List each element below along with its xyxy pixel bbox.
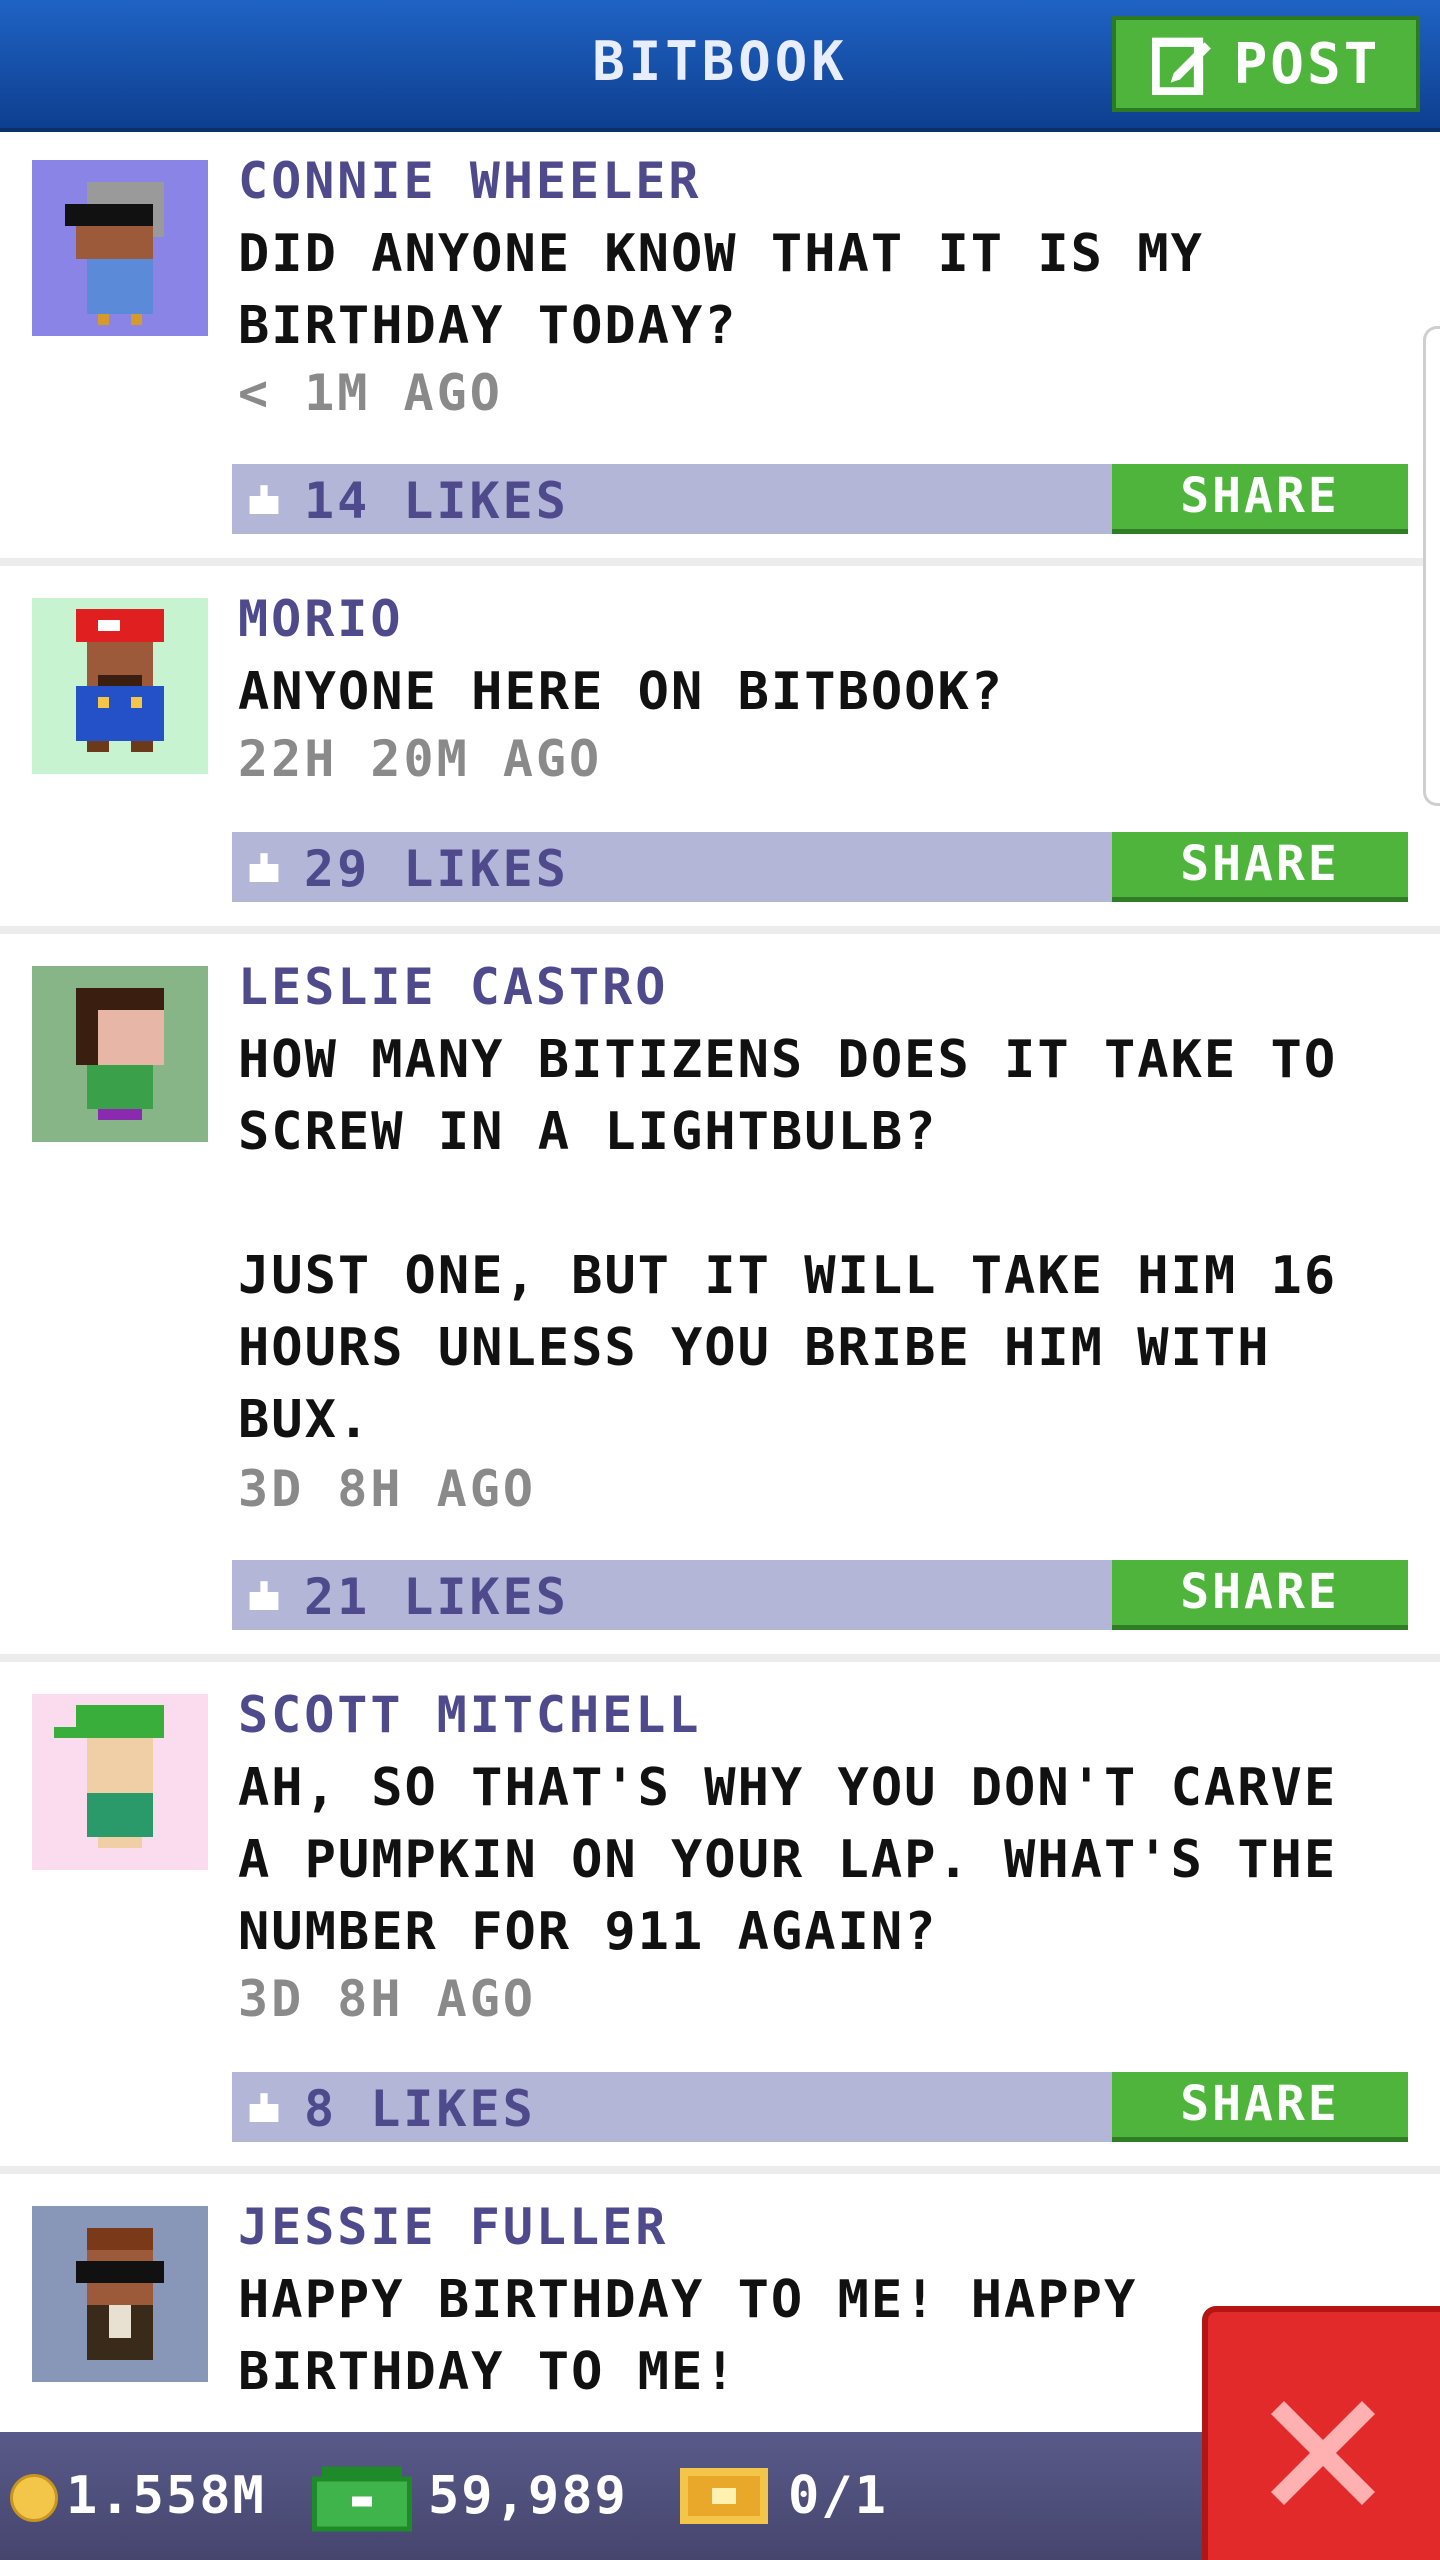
share-button[interactable]: SHARE [1112, 1560, 1408, 1630]
thumbs-up-icon [249, 485, 279, 514]
divider [0, 558, 1440, 566]
divider [0, 1654, 1440, 1662]
post-author[interactable]: MORIO [238, 590, 404, 648]
post-author[interactable]: SCOTT MITCHELL [238, 1686, 701, 1744]
post-message: HOW MANY BITIZENS DOES IT TAKE TO SCREW … [238, 1030, 1338, 1450]
feed-post: CONNIE WHEELER DID ANYONE KNOW THAT IT I… [0, 128, 1440, 558]
like-bar[interactable]: 14 LIKES SHARE [232, 464, 1408, 534]
avatar-image [32, 160, 208, 336]
bux-icon [312, 2466, 412, 2532]
feed-post: MORIO ANYONE HERE ON BITBOOK? 22H 20M AG… [0, 566, 1440, 926]
thumbs-up-icon [249, 853, 279, 882]
scroll-handle[interactable] [1423, 326, 1440, 806]
edit-icon [1151, 37, 1211, 95]
feed-post: SCOTT MITCHELL AH, SO THAT'S WHY YOU DON… [0, 1662, 1440, 2166]
avatar[interactable] [32, 598, 208, 774]
share-button[interactable]: SHARE [1112, 464, 1408, 534]
thumbs-up-icon [249, 2093, 279, 2122]
avatar[interactable] [32, 160, 208, 336]
ticket-count: 0/1 [788, 2466, 888, 2526]
post-time: 22H 20M AGO [238, 730, 603, 788]
coin-icon [10, 2474, 58, 2522]
share-button[interactable]: SHARE [1112, 2072, 1408, 2142]
avatar-image [32, 2206, 208, 2382]
like-count: 29 LIKES [304, 840, 569, 898]
avatar[interactable] [32, 2206, 208, 2382]
avatar[interactable] [32, 966, 208, 1142]
avatar-image [32, 598, 208, 774]
ticket-icon [680, 2468, 768, 2524]
post-message: DID ANYONE KNOW THAT IT IS MY BIRTHDAY T… [238, 224, 1204, 356]
avatar-image [32, 966, 208, 1142]
post-time: 3D 8H AGO [238, 1970, 536, 2028]
post-author[interactable]: CONNIE WHEELER [238, 152, 701, 210]
post-message: ANYONE HERE ON BITBOOK? [238, 662, 1005, 722]
post-button[interactable]: POST [1112, 16, 1420, 112]
feed-post: LESLIE CASTRO HOW MANY BITIZENS DOES IT … [0, 934, 1440, 1654]
post-time: < 1M AGO [238, 364, 503, 422]
bux-count: 59,989 [428, 2466, 628, 2526]
post-button-label: POST [1233, 31, 1381, 97]
like-bar[interactable]: 29 LIKES SHARE [232, 832, 1408, 902]
post-author[interactable]: LESLIE CASTRO [238, 958, 668, 1016]
like-count: 8 LIKES [304, 2080, 536, 2138]
close-button[interactable] [1202, 2306, 1440, 2560]
like-count: 14 LIKES [304, 472, 569, 530]
post-author[interactable]: JESSIE FULLER [238, 2198, 668, 2256]
coin-count: 1.558M [66, 2466, 266, 2526]
avatar-image [32, 1694, 208, 1870]
like-count: 21 LIKES [304, 1568, 569, 1626]
thumbs-up-icon [249, 1581, 279, 1610]
post-time: 3D 8H AGO [238, 1460, 536, 1518]
divider [0, 926, 1440, 934]
divider [0, 2166, 1440, 2174]
post-message: AH, SO THAT'S WHY YOU DON'T CARVE A PUMP… [238, 1758, 1338, 1962]
avatar[interactable] [32, 1694, 208, 1870]
share-button[interactable]: SHARE [1112, 832, 1408, 902]
like-bar[interactable]: 8 LIKES SHARE [232, 2072, 1408, 2142]
top-bar: BITBOOK POST [0, 0, 1440, 132]
like-bar[interactable]: 21 LIKES SHARE [232, 1560, 1408, 1630]
close-icon [1271, 2401, 1375, 2505]
